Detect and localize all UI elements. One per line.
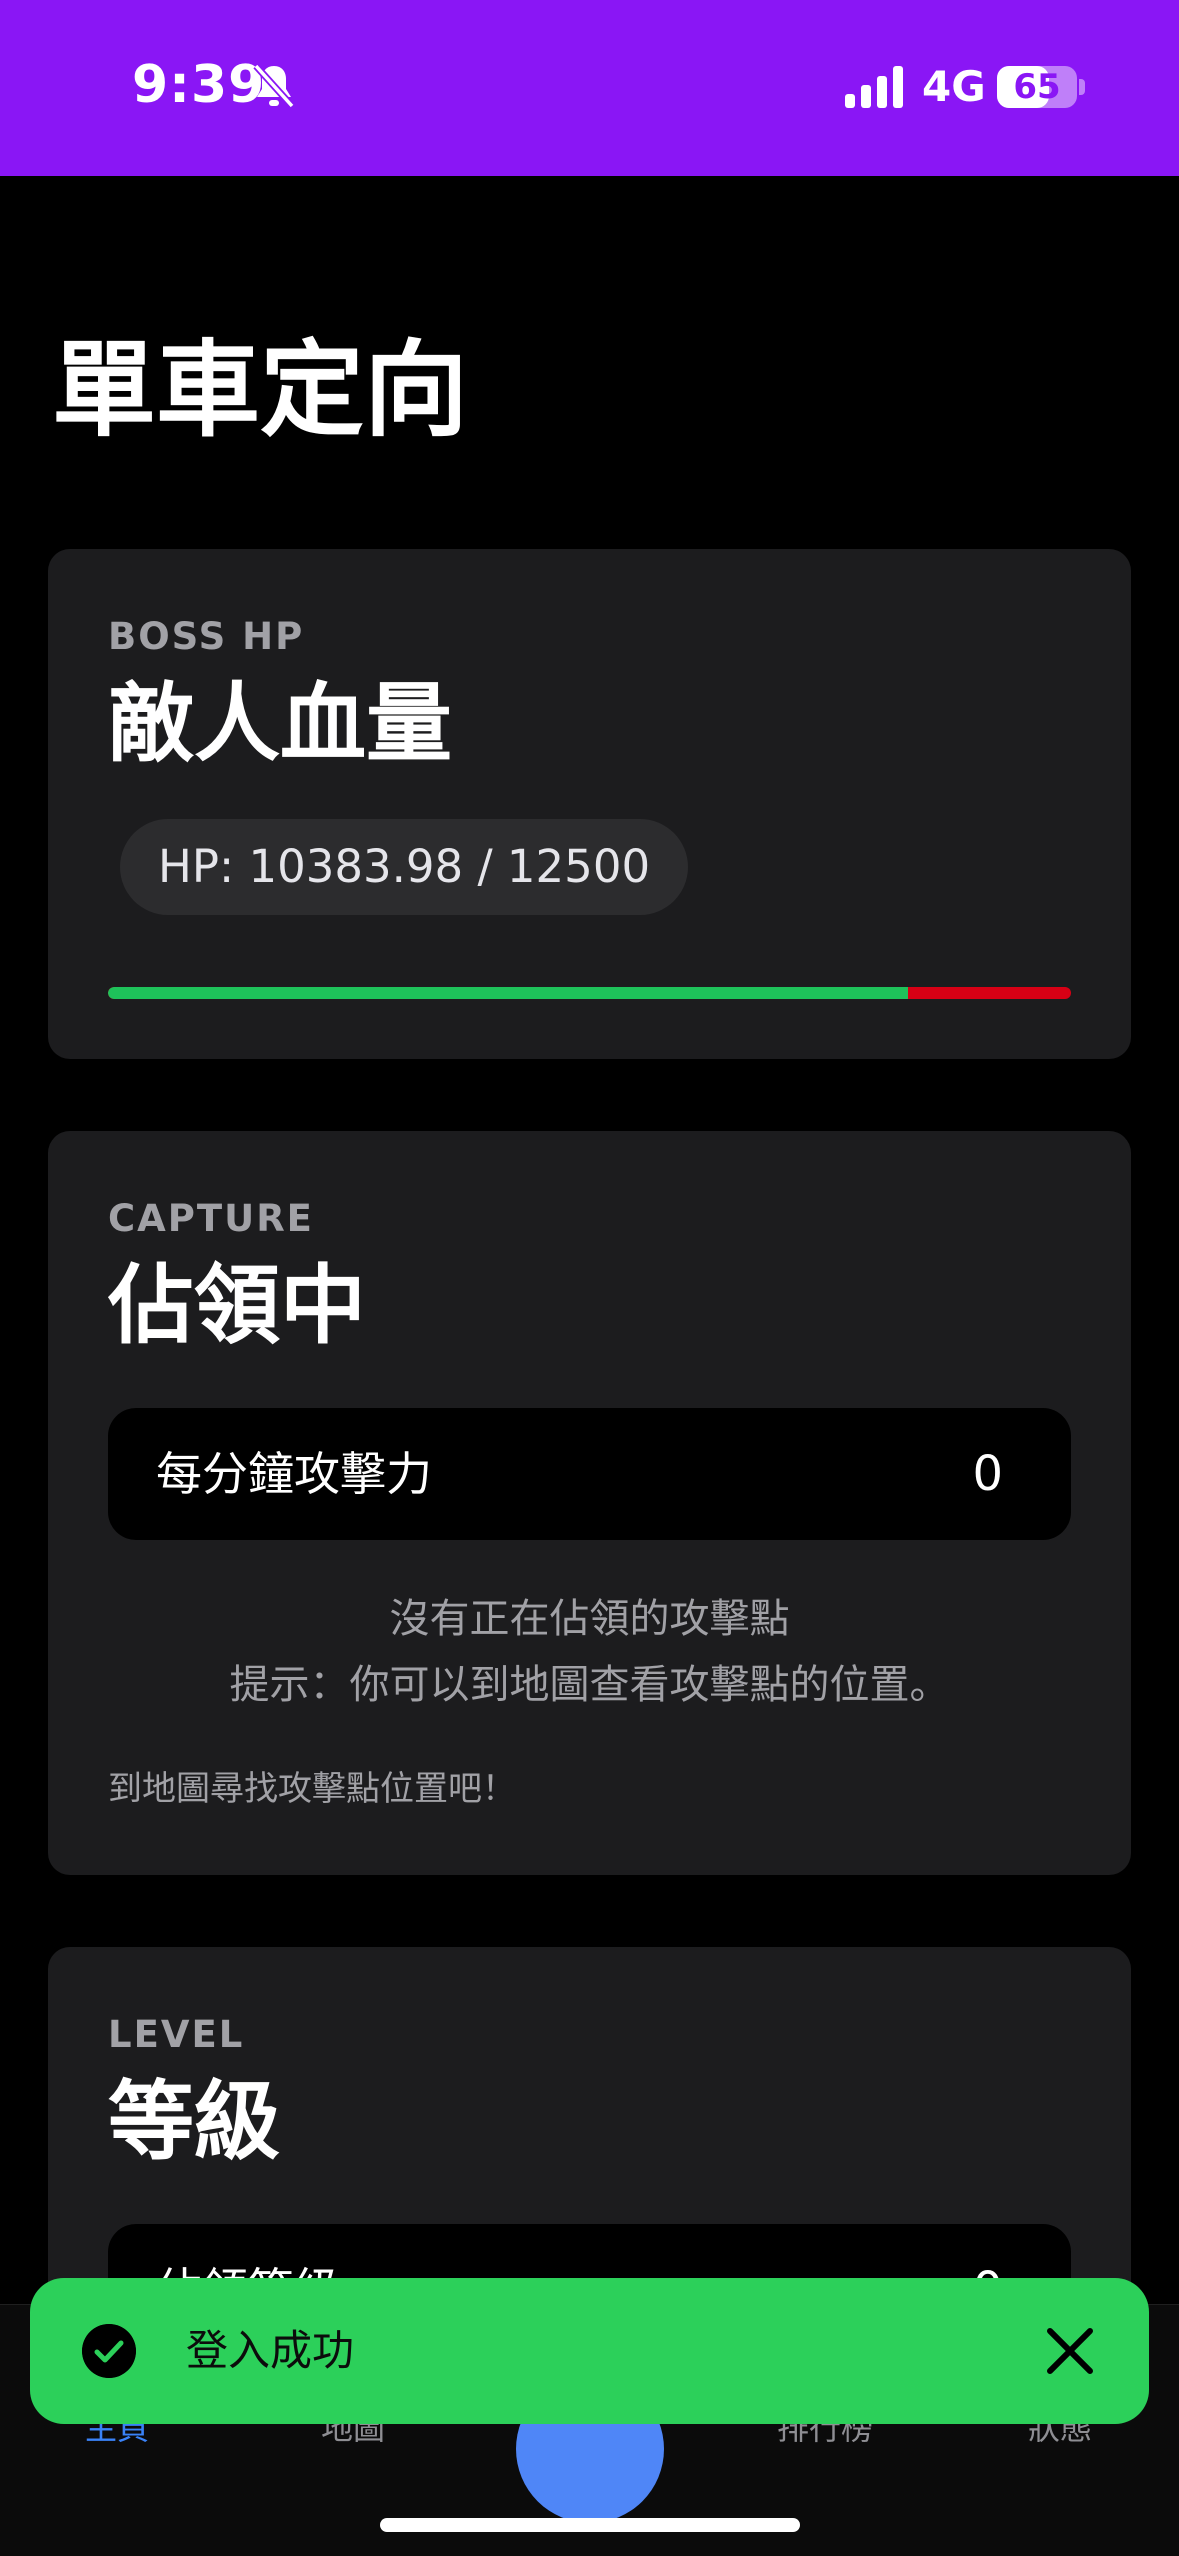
hp-bar-fill xyxy=(108,987,908,999)
capture-card: CAPTURE 佔領中 每分鐘攻擊力 0 沒有正在佔領的攻擊點 提示：你可以到地… xyxy=(48,1131,1131,1875)
level-kicker: LEVEL xyxy=(108,2013,245,2056)
toast-message: 登入成功 xyxy=(186,2326,355,2375)
battery-percent: 65 xyxy=(1013,67,1061,107)
attack-per-minute-label: 每分鐘攻擊力 xyxy=(156,1447,432,1501)
find-points-hint: 到地圖尋找攻擊點位置吧！ xyxy=(108,1769,516,1809)
battery-icon: 65 xyxy=(997,66,1077,108)
capture-kicker: CAPTURE xyxy=(108,1197,314,1240)
checkmark-circle-icon xyxy=(82,2324,136,2378)
capture-title: 佔領中 xyxy=(108,1256,366,1356)
no-capture-message: 沒有正在佔領的攻擊點 xyxy=(389,1596,790,1642)
close-icon[interactable] xyxy=(1040,2321,1100,2381)
level-title: 等級 xyxy=(108,2072,280,2172)
network-type: 4G xyxy=(922,62,986,111)
login-success-toast: 登入成功 xyxy=(30,2278,1149,2424)
status-bar: 9:39 4G 65 xyxy=(0,0,1179,176)
home-indicator xyxy=(380,2518,800,2532)
battery-tip xyxy=(1079,79,1085,95)
attack-per-minute-row: 每分鐘攻擊力 0 xyxy=(108,1408,1071,1540)
capture-tip: 提示：你可以到地圖查看攻擊點的位置。 xyxy=(229,1662,950,1708)
hp-bar xyxy=(108,987,1071,999)
attack-per-minute-value: 0 xyxy=(972,1446,1003,1502)
page-title: 單車定向 xyxy=(52,329,469,451)
bell-slash-icon xyxy=(253,63,295,109)
hp-readout: HP: 10383.98 / 12500 xyxy=(120,819,689,915)
cellular-signal-icon xyxy=(845,66,903,108)
status-time: 9:39 xyxy=(132,55,266,115)
boss-hp-kicker: BOSS HP xyxy=(108,615,305,658)
boss-hp-title: 敵人血量 xyxy=(108,674,452,774)
boss-hp-card: BOSS HP 敵人血量 HP: 10383.98 / 12500 xyxy=(48,549,1131,1059)
